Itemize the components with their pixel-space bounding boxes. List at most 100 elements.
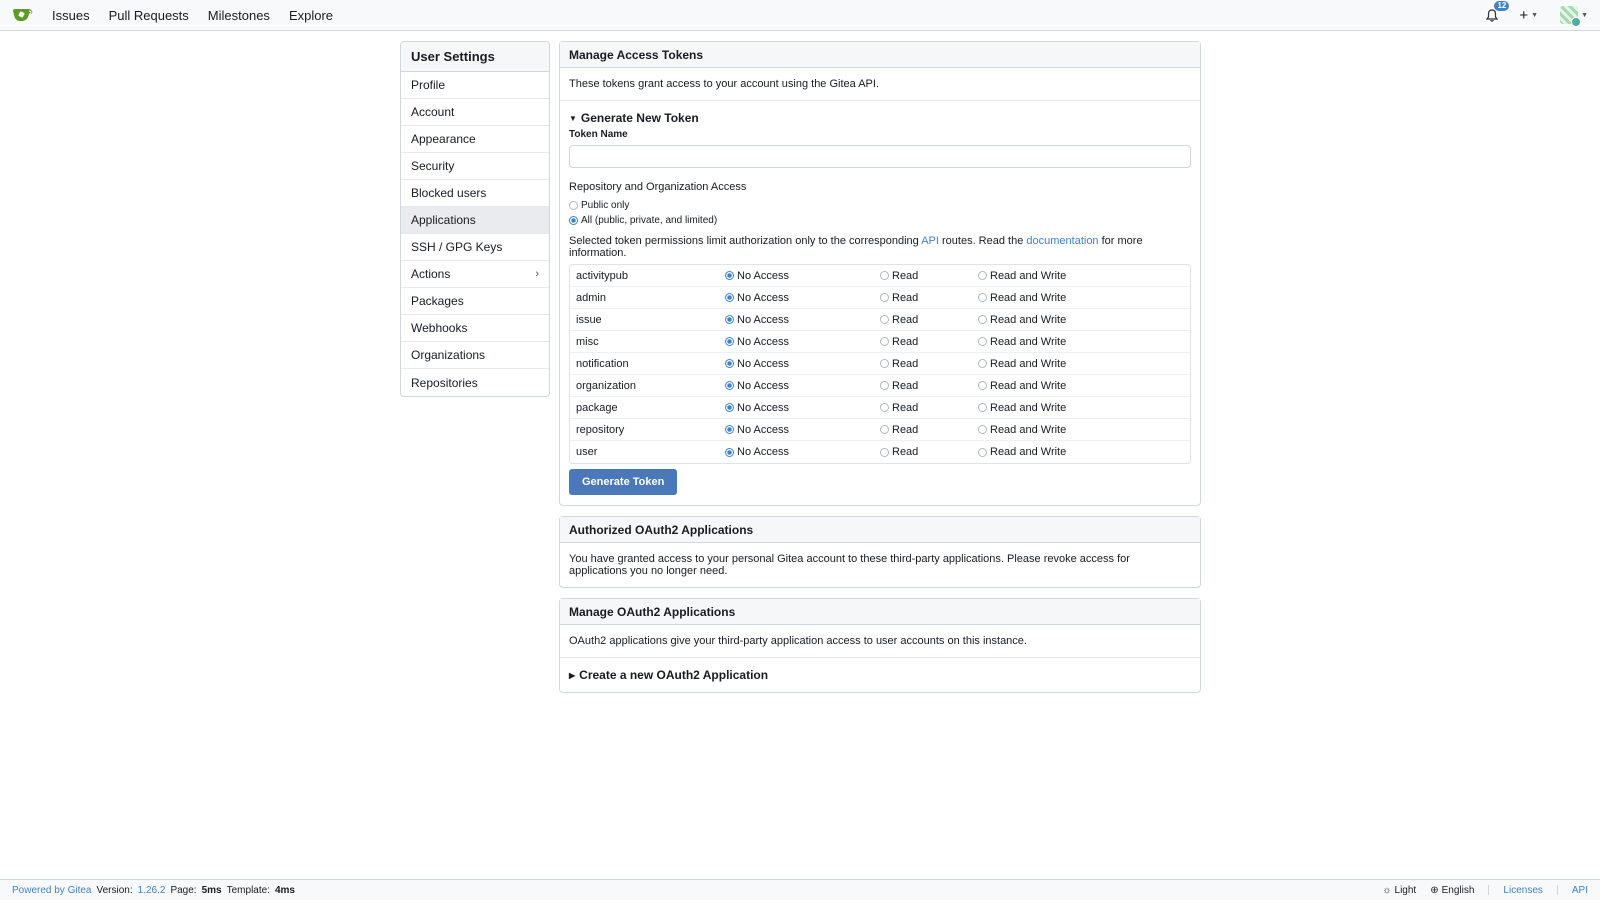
sidebar-item-account[interactable]: Account [401,99,549,126]
sidebar-item-security[interactable]: Security [401,153,549,180]
permission-option[interactable]: Read [880,402,978,414]
permission-radio[interactable] [880,425,889,434]
permission-radio[interactable] [978,315,987,324]
permission-option[interactable]: Read and Write [978,270,1066,282]
permission-row-organization: organization No Access Read Read and Write [570,375,1190,397]
permission-row-activitypub: activitypub No Access Read Read and Write [570,265,1190,287]
permission-radio[interactable] [725,359,734,368]
permission-radio[interactable] [978,447,987,457]
permission-option-label: Read [892,401,919,414]
page-time-label: Page: [170,884,197,896]
permission-option[interactable]: Read and Write [978,402,1066,414]
permission-option[interactable]: Read and Write [978,336,1066,348]
permission-radio[interactable] [978,359,987,368]
permission-option[interactable]: Read [880,446,978,458]
api-link[interactable]: API [921,235,939,247]
permission-option[interactable]: No Access [725,270,880,282]
permission-radio[interactable] [978,425,987,434]
permission-radio[interactable] [725,425,734,434]
access-option[interactable]: Public only [569,198,1191,213]
permission-option[interactable]: Read [880,380,978,392]
permission-radio[interactable] [725,271,734,280]
permission-option[interactable]: Read and Write [978,424,1066,436]
permission-option-label: Read and Write [990,446,1067,458]
permission-option[interactable]: Read [880,292,978,304]
sidebar-item-label: Profile [411,78,446,92]
powered-by-link[interactable]: Powered by Gitea [12,885,92,896]
permission-radio[interactable] [880,447,889,457]
api-footer-link[interactable]: API [1572,885,1588,896]
user-menu[interactable]: ▼ [1560,6,1588,27]
permission-option[interactable]: Read [880,358,978,370]
permission-radio[interactable] [880,359,889,368]
sidebar-item-packages[interactable]: Packages [401,288,549,315]
documentation-link[interactable]: documentation [1026,235,1098,247]
generate-token-button[interactable]: Generate Token [569,469,678,495]
permission-radio[interactable] [978,403,987,412]
permission-radio[interactable] [880,403,889,412]
permission-option-label: Read [892,291,919,304]
permission-option[interactable]: Read and Write [978,380,1066,392]
permission-option[interactable]: Read [880,424,978,436]
permission-radio[interactable] [978,293,987,302]
permission-option[interactable]: Read and Write [978,292,1066,304]
generate-token-toggle[interactable]: ▼ Generate New Token [569,111,1191,125]
sidebar-item-webhooks[interactable]: Webhooks [401,315,549,342]
create-menu[interactable]: + ▼ [1513,7,1544,24]
sidebar-item-label: Account [411,105,455,119]
permission-option[interactable]: Read [880,270,978,282]
permission-option[interactable]: No Access [725,380,880,392]
gitea-logo-icon[interactable] [12,7,34,23]
permission-radio[interactable] [725,403,734,412]
permission-option[interactable]: Read [880,314,978,326]
permission-radio[interactable] [725,381,734,390]
sidebar-item-applications[interactable]: Applications [401,207,549,234]
create-oauth-toggle[interactable]: ▶ Create a new OAuth2 Application [569,668,1191,682]
sidebar-item-appearance[interactable]: Appearance [401,126,549,153]
sidebar-item-profile[interactable]: Profile [401,72,549,99]
sidebar-item-ssh-gpg-keys[interactable]: SSH / GPG Keys [401,234,549,261]
nav-milestones[interactable]: Milestones [208,8,270,23]
sidebar-item-blocked-users[interactable]: Blocked users [401,180,549,207]
sidebar-item-repositories[interactable]: Repositories [401,369,549,396]
permission-radio[interactable] [978,381,987,390]
nav-issues[interactable]: Issues [52,8,90,23]
permission-option[interactable]: No Access [725,292,880,304]
permission-radio[interactable] [725,337,734,346]
notifications-button[interactable]: 12 [1481,1,1510,24]
permission-option[interactable]: Read and Write [978,314,1066,326]
licenses-link[interactable]: Licenses [1503,885,1542,896]
permission-radio[interactable] [725,315,734,324]
sidebar-item-actions[interactable]: Actions › [401,261,549,288]
permission-radio[interactable] [880,337,889,346]
access-radio[interactable] [569,216,578,225]
permission-option[interactable]: No Access [725,358,880,370]
token-name-input[interactable] [569,145,1191,168]
language-selector[interactable]: ⊕ English [1430,885,1474,896]
permission-option[interactable]: No Access [725,402,880,414]
permission-option[interactable]: Read and Write [978,358,1066,370]
version-link[interactable]: 1.26.2 [138,885,166,896]
top-navbar: Issues Pull Requests Milestones Explore … [0,0,1600,31]
access-radio[interactable] [569,201,578,210]
permission-radio[interactable] [978,337,987,346]
permission-radio[interactable] [880,271,889,280]
permission-radio[interactable] [978,271,987,280]
permission-radio[interactable] [725,447,734,457]
access-option[interactable]: All (public, private, and limited) [569,213,1191,228]
permission-radio[interactable] [880,293,889,302]
permission-option[interactable]: No Access [725,314,880,326]
nav-pull-requests[interactable]: Pull Requests [109,8,189,23]
permission-radio[interactable] [880,381,889,390]
theme-selector[interactable]: ☼ Light [1382,885,1416,896]
permission-radio[interactable] [880,315,889,324]
permission-option[interactable]: Read and Write [978,446,1066,458]
permission-radio[interactable] [725,293,734,302]
nav-explore[interactable]: Explore [289,8,333,23]
permission-option[interactable]: Read [880,336,978,348]
permission-option[interactable]: No Access [725,336,880,348]
permission-option[interactable]: No Access [725,424,880,436]
permission-option[interactable]: No Access [725,446,880,458]
sidebar-item-organizations[interactable]: Organizations [401,342,549,369]
permissions-table: activitypub No Access Read Read and Write ad… [569,264,1191,464]
